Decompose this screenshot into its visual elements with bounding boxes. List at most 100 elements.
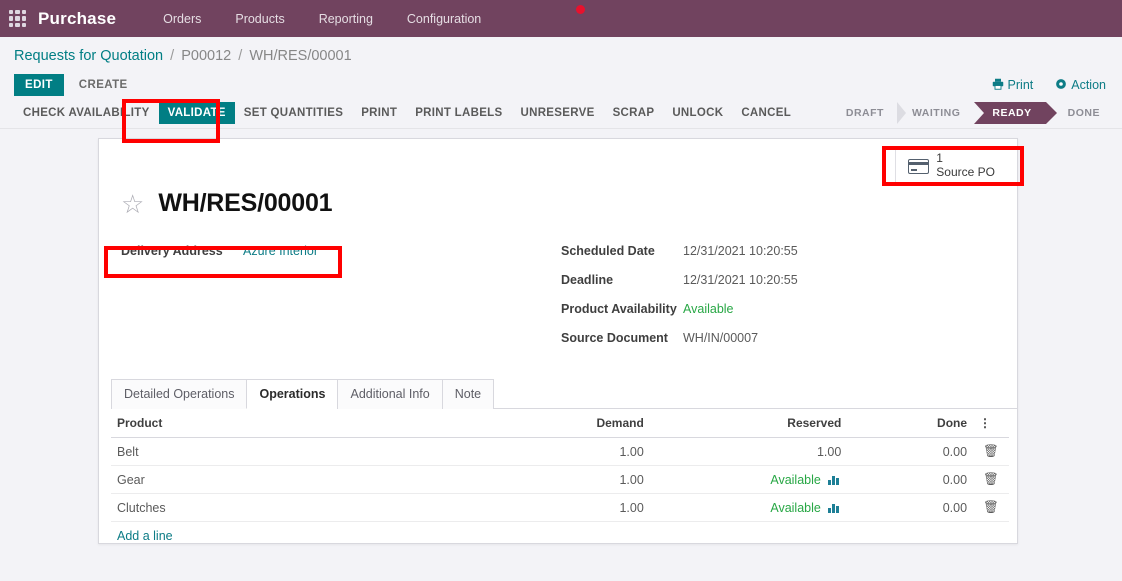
status-pipeline: DRAFT WAITING READY DONE — [832, 101, 1114, 124]
status-stage-ready[interactable]: READY — [974, 101, 1057, 124]
set-quantities-button[interactable]: SET QUANTITIES — [235, 102, 352, 124]
breadcrumb-parent-link[interactable]: P00012 — [181, 48, 231, 64]
table-header-row: Product Demand Reserved Done ⋮ — [111, 409, 1009, 438]
field-label: Product Availability — [561, 302, 677, 316]
menu-item-reporting[interactable]: Reporting — [302, 12, 390, 26]
breadcrumb-bar: Requests for Quotation / P00012 / WH/RES… — [0, 37, 1122, 67]
cell-demand: 1.00 — [488, 437, 650, 466]
create-button[interactable]: CREATE — [68, 74, 139, 96]
availability-text: Available — [770, 500, 821, 515]
cell-done: 0.00 — [847, 465, 974, 494]
field-source-document: Source Document WH/IN/00007 — [561, 331, 991, 351]
check-availability-button[interactable]: CHECK AVAILABILITY — [14, 102, 159, 124]
field-value-delivery-address[interactable]: Azure Interior — [243, 244, 318, 258]
tab-detailed-operations[interactable]: Detailed Operations — [111, 379, 248, 409]
breadcrumb: Requests for Quotation / P00012 / WH/RES… — [14, 48, 1122, 64]
field-label: Delivery Address — [121, 244, 223, 258]
cell-done: 0.00 — [847, 437, 974, 466]
add-a-line-link[interactable]: Add a line — [117, 529, 173, 543]
trash-icon[interactable]: 🗑 — [973, 465, 1009, 494]
trash-icon[interactable]: 🗑 — [973, 437, 1009, 466]
forecast-chart-icon[interactable] — [828, 502, 841, 513]
cursor-marker-dot — [576, 5, 585, 14]
print-action-group: Print Action — [992, 78, 1106, 93]
options-dots-icon[interactable]: ⋮ — [973, 409, 1009, 438]
star-icon[interactable]: ☆ — [121, 191, 144, 217]
breadcrumb-separator-1: / — [170, 48, 175, 64]
status-stage-draft[interactable]: DRAFT — [832, 102, 898, 124]
status-stage-waiting[interactable]: WAITING — [896, 101, 974, 124]
field-deadline: Deadline 12/31/2021 10:20:55 — [561, 273, 991, 293]
field-value-source-document: WH/IN/00007 — [683, 331, 759, 345]
credit-card-icon — [908, 158, 930, 174]
main-menu: Orders Products Reporting Configuration — [146, 12, 498, 26]
cancel-button[interactable]: CANCEL — [732, 102, 800, 124]
cell-product: Clutches — [111, 493, 489, 522]
field-scheduled-date: Scheduled Date 12/31/2021 10:20:55 — [561, 244, 991, 264]
source-po-stat-button[interactable]: 1 Source PO — [895, 149, 1009, 183]
cell-done: 0.00 — [847, 493, 974, 522]
menu-item-products[interactable]: Products — [218, 12, 301, 26]
printer-icon — [992, 78, 1004, 93]
action-label: Action — [1071, 78, 1106, 92]
cell-demand: 1.00 — [488, 493, 650, 522]
table-row[interactable]: Belt 1.00 1.00 0.00 🗑 — [111, 437, 1009, 466]
fields-left-column: Delivery Address Azure Interior — [121, 244, 561, 360]
column-header-demand: Demand — [488, 409, 650, 438]
cell-reserved: Available — [649, 493, 848, 522]
field-label: Scheduled Date — [561, 244, 655, 258]
menu-item-orders[interactable]: Orders — [146, 12, 218, 26]
cell-reserved: Available — [649, 465, 848, 494]
validate-button[interactable]: VALIDATE — [158, 101, 235, 124]
print-button[interactable]: PRINT — [352, 102, 406, 124]
print-label: Print — [1007, 78, 1034, 92]
column-header-done: Done — [847, 409, 974, 438]
table-row[interactable]: Clutches 1.00 Available 0.00 🗑 — [111, 493, 1009, 522]
top-navbar: Purchase Orders Products Reporting Confi… — [0, 0, 1122, 37]
stat-buttons-row: 1 Source PO — [99, 139, 1017, 183]
breadcrumb-separator-2: / — [238, 48, 243, 64]
tab-additional-info[interactable]: Additional Info — [337, 379, 443, 409]
tab-operations[interactable]: Operations — [246, 379, 339, 409]
gear-icon — [1055, 78, 1067, 93]
fields-right-column: Scheduled Date 12/31/2021 10:20:55 Deadl… — [561, 244, 991, 360]
field-value-deadline: 12/31/2021 10:20:55 — [683, 273, 798, 287]
trash-icon[interactable]: 🗑 — [973, 493, 1009, 522]
scrap-button[interactable]: SCRAP — [604, 102, 664, 124]
app-brand-title[interactable]: Purchase — [38, 9, 116, 29]
source-po-count: 1 — [936, 151, 943, 166]
operations-table: Product Demand Reserved Done ⋮ Belt 1.00… — [111, 409, 1009, 522]
print-labels-button[interactable]: PRINT LABELS — [406, 102, 511, 124]
action-menu[interactable]: Action — [1055, 78, 1106, 93]
source-po-label: Source PO — [936, 165, 995, 179]
forecast-chart-icon[interactable] — [828, 474, 841, 485]
breadcrumb-current: WH/RES/00001 — [249, 48, 352, 64]
tab-note[interactable]: Note — [441, 379, 495, 409]
field-product-availability: Product Availability Available — [561, 302, 991, 322]
unreserve-button[interactable]: UNRESERVE — [511, 102, 603, 124]
field-delivery-address: Delivery Address Azure Interior — [121, 244, 561, 264]
availability-text: Available — [770, 472, 821, 487]
table-row[interactable]: Gear 1.00 Available 0.00 🗑 — [111, 465, 1009, 494]
field-value-scheduled-date: 12/31/2021 10:20:55 — [683, 244, 798, 258]
record-controls-row: EDIT CREATE Print Action — [0, 67, 1122, 97]
menu-item-configuration[interactable]: Configuration — [390, 12, 498, 26]
edit-button[interactable]: EDIT — [14, 74, 64, 96]
field-label: Deadline — [561, 273, 614, 287]
field-label: Source Document — [561, 331, 668, 345]
record-sheet: 1 Source PO ☆ WH/RES/00001 Delivery Addr… — [98, 138, 1018, 544]
page-title: WH/RES/00001 — [158, 189, 333, 217]
field-value-product-availability: Available — [683, 302, 734, 316]
sheet-container: 1 Source PO ☆ WH/RES/00001 Delivery Addr… — [0, 129, 1122, 544]
record-title-row: ☆ WH/RES/00001 — [99, 183, 1017, 218]
cell-reserved: 1.00 — [649, 437, 848, 466]
cell-product: Belt — [111, 437, 489, 466]
column-header-reserved: Reserved — [649, 409, 848, 438]
unlock-button[interactable]: UNLOCK — [663, 102, 732, 124]
print-menu[interactable]: Print — [992, 78, 1034, 93]
apps-grid-icon[interactable] — [9, 10, 26, 27]
cell-demand: 1.00 — [488, 465, 650, 494]
breadcrumb-root-link[interactable]: Requests for Quotation — [14, 48, 163, 64]
fields-area: Delivery Address Azure Interior Schedule… — [99, 218, 1017, 360]
cell-product: Gear — [111, 465, 489, 494]
